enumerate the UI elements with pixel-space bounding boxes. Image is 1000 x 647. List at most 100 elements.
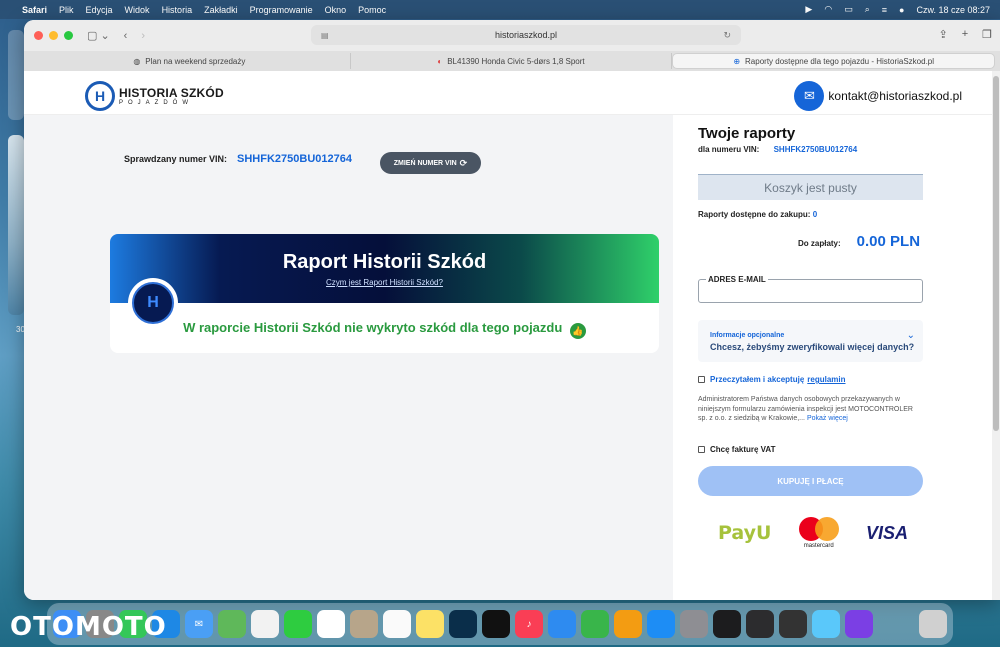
terms-link[interactable]: regulamin [807, 375, 845, 384]
menu-edit[interactable]: Edycja [86, 5, 113, 15]
menubar: Safari Plik Edycja Widok Historia Zakład… [0, 0, 1000, 19]
contact-email[interactable]: ✉ kontakt@historiaszkod.pl [794, 81, 962, 111]
tab-overview-icon[interactable]: ❐ [982, 28, 992, 41]
change-vin-label: ZMIEŃ NUMER VIN [393, 159, 457, 167]
toolbar-right: ⇪ + ❐ [938, 28, 992, 41]
contacts-icon[interactable] [350, 610, 378, 638]
logo-subtitle: POJAZDÓW [119, 99, 193, 106]
mail-icon[interactable]: ✉ [185, 610, 213, 638]
safari-window: ▢ ⌄ ‹ › ▤ historiaszkod.pl ↻ ⇪ + ❐ ◍ Pla… [24, 20, 1000, 600]
site-settings-icon[interactable]: ▤ [321, 31, 329, 40]
pages-icon[interactable] [614, 610, 642, 638]
optional-info-accordion[interactable]: Informacje opcjonalne Chcesz, żebyśmy zw… [698, 320, 923, 362]
wifi-icon[interactable]: ◠ [824, 4, 832, 15]
titlebar: ▢ ⌄ ‹ › ▤ historiaszkod.pl ↻ ⇪ + ❐ [24, 20, 1000, 51]
report-card: Raport Historii Szkód Czym jest Raport H… [110, 234, 659, 353]
available-count: 0 [812, 210, 818, 219]
tab-label: Raporty dostępne dla tego pojazdu - Hist… [745, 56, 935, 66]
buy-button-label: KUPUJĘ I PŁACĘ [777, 476, 844, 486]
report-logo-icon: H [132, 282, 174, 324]
sidebar-toggle-icon[interactable]: ▢ ⌄ [87, 29, 110, 42]
keynote-icon[interactable] [548, 610, 576, 638]
vat-checkbox[interactable] [698, 446, 705, 453]
favicon-icon: ◐ [437, 56, 443, 66]
forward-icon[interactable]: › [141, 30, 145, 42]
tab-weekend-plan[interactable]: ◍ Plan na weekend sprzedaży [29, 53, 351, 69]
facetime-icon[interactable] [284, 610, 312, 638]
flag-icon[interactable]: ● [899, 5, 904, 15]
menu-develop[interactable]: Programowanie [250, 5, 313, 15]
menu-window[interactable]: Okno [325, 5, 347, 15]
contact-email-text[interactable]: kontakt@historiaszkod.pl [828, 89, 962, 103]
close-window-button[interactable] [34, 31, 43, 40]
sidebar-vin-value: SHHFK2750BU012764 [773, 145, 858, 154]
scrollbar-thumb[interactable] [993, 76, 999, 431]
chevron-down-icon[interactable]: ⌄ [907, 330, 915, 341]
globe-icon: ◍ [133, 56, 141, 66]
control-center-icon[interactable]: ≡ [882, 5, 887, 15]
privacy-notice: Administratorem Państwa danych osobowych… [698, 395, 923, 424]
tab-honda-civic[interactable]: ◐ BL41390 Honda Civic 5-dørs 1,8 Sport [351, 53, 673, 69]
tab-historiaszkod[interactable]: ⊕ Raporty dostępne dla tego pojazdu - Hi… [672, 53, 996, 69]
buy-and-pay-button[interactable]: KUPUJĘ I PŁACĘ [698, 466, 923, 496]
maps-icon[interactable] [218, 610, 246, 638]
trash-icon[interactable] [919, 610, 947, 638]
zoom-window-button[interactable] [64, 31, 73, 40]
terms-text[interactable]: Przeczytałem i akceptuję [710, 375, 804, 384]
battery-icon[interactable]: ▭ [844, 4, 853, 15]
terms-checkbox[interactable] [698, 376, 705, 383]
vat-text[interactable]: Chcę fakturę VAT [710, 445, 776, 454]
change-vin-button[interactable]: ZMIEŃ NUMER VIN ⟳ [380, 152, 481, 174]
photo-widget[interactable] [8, 135, 24, 315]
menu-file[interactable]: Plik [59, 5, 74, 15]
menu-help[interactable]: Pomoc [358, 5, 386, 15]
page-scrollbar[interactable] [992, 71, 1000, 600]
available-reports: Raporty dostępne do zakupu: 0 [698, 210, 817, 219]
stocks-icon[interactable] [746, 610, 774, 638]
tab-bar: ◍ Plan na weekend sprzedaży ◐ BL41390 Ho… [24, 51, 1000, 71]
report-info-link[interactable]: Czym jest Raport Historii Szkód? [110, 278, 659, 287]
menu-app[interactable]: Safari [22, 5, 47, 15]
search-icon[interactable]: ⌕ [865, 4, 870, 15]
menu-bookmarks[interactable]: Zakładki [204, 5, 238, 15]
system-settings-icon[interactable] [680, 610, 708, 638]
report-banner: Raport Historii Szkód Czym jest Raport H… [110, 234, 659, 303]
window-controls [34, 31, 73, 40]
menu-view[interactable]: Widok [125, 5, 150, 15]
notes-icon[interactable] [416, 610, 444, 638]
shortcuts-icon[interactable] [845, 610, 873, 638]
calendar-icon[interactable] [317, 610, 345, 638]
music-icon[interactable]: ♪ [515, 610, 543, 638]
back-icon[interactable]: ‹ [124, 30, 128, 42]
freeform-icon[interactable] [449, 610, 477, 638]
sidebar-vin-label: dla numeru VIN: [698, 145, 760, 154]
apple-tv-icon[interactable] [482, 610, 510, 638]
vin-value: SHHFK2750BU012764 [237, 153, 352, 165]
menubar-clock[interactable]: Czw. 18 cze 08:27 [916, 5, 990, 15]
reminders-icon[interactable] [383, 610, 411, 638]
email-label: ADRES E-MAIL [706, 275, 768, 284]
amount-due-label: Do zapłaty: [798, 239, 841, 248]
calendar-widget[interactable] [8, 30, 24, 120]
url-text: historiaszkod.pl [494, 30, 558, 40]
desktop-widgets: 30 [0, 30, 25, 630]
numbers-icon[interactable] [581, 610, 609, 638]
site-logo[interactable]: H HISTORIA SZKÓD POJAZDÓW [85, 81, 224, 111]
minimize-window-button[interactable] [49, 31, 58, 40]
app-store-icon[interactable] [647, 610, 675, 638]
amount-due: Do zapłaty: 0.00 PLN [798, 233, 920, 250]
cart-empty-text: Koszyk jest pusty [764, 180, 857, 195]
mastercard-text: mastercard [803, 543, 834, 549]
activity-monitor-icon[interactable] [713, 610, 741, 638]
show-more-link[interactable]: Pokaż więcej [807, 415, 848, 422]
share-icon[interactable]: ⇪ [938, 28, 947, 41]
address-bar[interactable]: ▤ historiaszkod.pl ↻ [311, 25, 741, 45]
reload-icon[interactable]: ↻ [723, 30, 731, 41]
menu-history[interactable]: Historia [162, 5, 193, 15]
font-book-icon[interactable] [779, 610, 807, 638]
photos-icon[interactable] [251, 610, 279, 638]
optional-info-question: Chcesz, żebyśmy zweryfikowali więcej dan… [710, 342, 915, 352]
play-icon[interactable]: ▶ [805, 4, 812, 15]
utility-icon[interactable] [812, 610, 840, 638]
new-tab-icon[interactable]: + [962, 28, 968, 41]
